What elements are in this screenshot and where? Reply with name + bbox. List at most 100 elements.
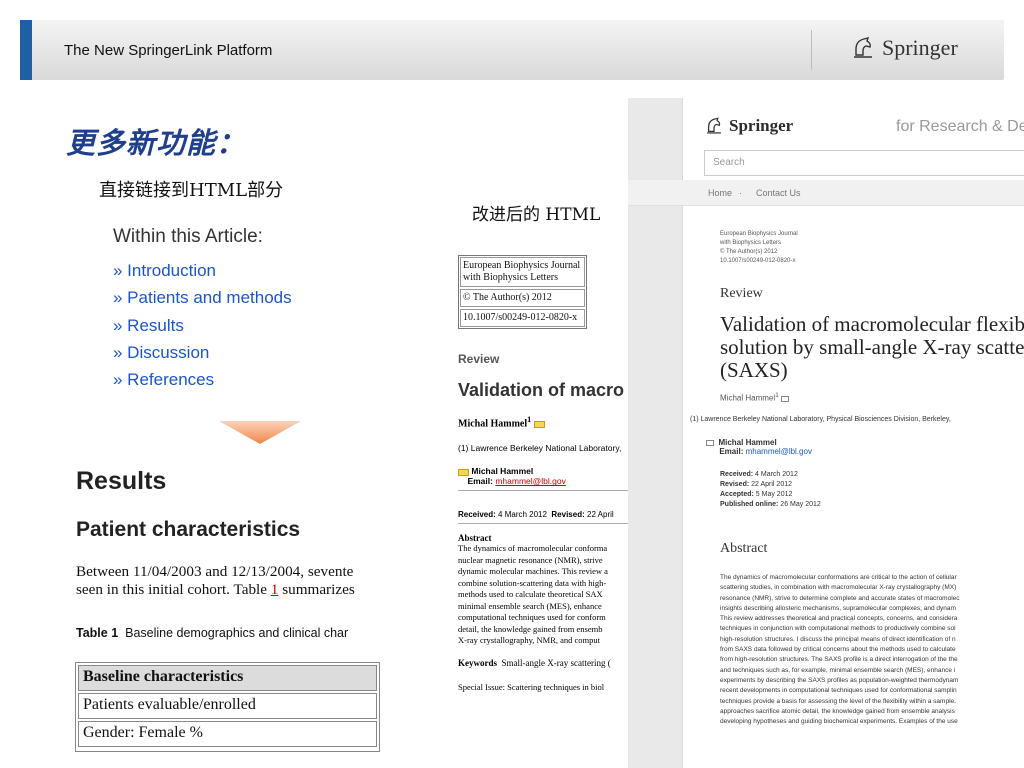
divider xyxy=(458,523,628,525)
affiliation: (1) Lawrence Berkeley National Laborator… xyxy=(690,416,951,423)
toc-link-results[interactable]: » Results xyxy=(113,315,292,342)
abstract-line: The dynamics of macromolecular conformat… xyxy=(720,574,957,581)
paragraph-line-2: seen in this initial cohort. Table 1 sum… xyxy=(76,581,382,599)
toc-link-discussion[interactable]: » Discussion xyxy=(113,342,292,369)
doi: 10.1007/s00249-012-0820-x xyxy=(460,309,585,327)
date-value: 26 May 2012 xyxy=(780,501,821,508)
tagline: for Research & Deve xyxy=(896,118,1024,135)
abstract-line: and techniques such as, for example, min… xyxy=(720,666,956,674)
abstract-line: insights describing allosteric mechanism… xyxy=(720,604,956,612)
results-paragraph: Between 11/04/2003 and 12/13/2004, seven… xyxy=(76,563,382,599)
article-title: Validation of macro xyxy=(458,380,625,400)
contact-name-line: Michal Hammel xyxy=(706,438,812,447)
date-label: Revised: xyxy=(720,481,750,488)
toc-link-patients-methods[interactable]: » Patients and methods xyxy=(113,287,292,314)
improved-html-title: 改进后的 HTML xyxy=(472,205,601,225)
patient-characteristics-heading: Patient characteristics xyxy=(76,518,301,541)
springer-horse-icon xyxy=(854,37,872,58)
header-bar: The New SpringerLink Platform Springer xyxy=(20,20,1004,80)
keywords-line: Keywords Small-angle X-ray scattering ( xyxy=(458,658,628,668)
search-input[interactable]: Search xyxy=(704,150,1024,176)
article-title: Validation of macromolecular flexib solu… xyxy=(720,313,1024,382)
table-label: Table 1 xyxy=(76,626,119,640)
abstract-heading: Abstract xyxy=(458,533,492,544)
dates-block: Received: 4 March 2012 Revised: 22 April… xyxy=(720,470,821,510)
table-caption: Table 1 Baseline demographics and clinic… xyxy=(76,626,382,640)
baseline-table: Baseline characteristics Patients evalua… xyxy=(75,662,380,752)
date-label: Published online: xyxy=(720,501,779,508)
abstract-line: high-resolution structures. I discuss th… xyxy=(720,635,956,643)
abstract-heading: Abstract xyxy=(720,541,768,556)
author-name[interactable]: Michal Hammel xyxy=(458,418,527,429)
nav-home-link[interactable]: Home xyxy=(708,188,732,198)
abstract-line: techniques in conjunction with computati… xyxy=(720,625,956,633)
mail-icon[interactable] xyxy=(781,395,790,402)
brand-name: Springer xyxy=(729,116,794,135)
received-label: Received: xyxy=(458,510,496,520)
revised-value: 22 April xyxy=(587,510,614,520)
received-value: 4 March 2012 xyxy=(498,510,547,520)
springer-logo: Springer xyxy=(850,35,958,61)
paragraph-text: seen in this initial cohort. Table xyxy=(76,581,271,598)
abstract-line: computational techniques used for confor… xyxy=(458,612,606,623)
abstract-text: The dynamics of macromolecular conformat… xyxy=(720,573,1024,727)
paragraph-text: summarizes xyxy=(278,581,355,598)
toc-link-introduction[interactable]: » Introduction xyxy=(113,260,292,287)
mail-icon[interactable] xyxy=(533,420,545,428)
toc-link-references[interactable]: » References xyxy=(113,369,292,396)
affiliation: (1) Lawrence Berkeley National Laborator… xyxy=(458,443,622,454)
abstract-line: scattering studies, in combination with … xyxy=(720,584,957,592)
author-name[interactable]: Michal Hammel xyxy=(720,394,775,403)
nav-separator: · xyxy=(739,188,742,198)
abstract-line: detail, the knowledge gained from ensemb xyxy=(458,623,603,634)
abstract-line: nuclear magnetic resonance (NMR), strive xyxy=(458,554,603,565)
date-label: Accepted: xyxy=(720,491,754,498)
email-label: Email: xyxy=(719,447,744,456)
journal-name: European Biophysics Journal with Biophys… xyxy=(460,257,585,287)
meta-line: © The Author(s) 2012 xyxy=(720,249,778,255)
email-link[interactable]: mhammel@lbl.gov xyxy=(495,476,566,486)
improved-html-preview: European Biophysics Journal with Biophys… xyxy=(458,255,628,768)
date-row: Revised: 22 April 2012 xyxy=(720,480,821,490)
abstract-text: The dynamics of macromolecular conforma … xyxy=(458,543,628,647)
abstract-line: recent developments in computational tec… xyxy=(720,687,957,695)
date-value: 4 March 2012 xyxy=(755,471,798,478)
springerlink-logo[interactable]: Springer xyxy=(704,116,793,136)
email-label: Email: xyxy=(467,476,493,487)
abstract-line: developing hypotheses and guiding bioche… xyxy=(720,718,958,726)
copyright: © The Author(s) 2012 xyxy=(460,289,585,307)
paragraph-line-1: Between 11/04/2003 and 12/13/2004, seven… xyxy=(76,563,354,580)
down-arrow-icon xyxy=(219,421,301,444)
nav-contact-link[interactable]: Contact Us xyxy=(756,188,801,198)
date-value: 5 May 2012 xyxy=(755,491,793,498)
header-title: The New SpringerLink Platform xyxy=(64,42,273,59)
abstract-line: techniques provide a basis for assessing… xyxy=(720,697,956,705)
feature-subheading: 直接链接到HTML部分 xyxy=(99,180,284,201)
table-header-cell: Baseline characteristics xyxy=(78,665,377,691)
author-sup: 1 xyxy=(527,415,532,424)
within-article-title: Within this Article: xyxy=(113,226,263,247)
article-toc: » Introduction » Patients and methods » … xyxy=(113,260,292,396)
springer-horse-icon xyxy=(707,117,721,134)
nav-bar: Home · Contact Us xyxy=(628,180,1024,206)
author-sup: 1 xyxy=(775,392,779,399)
author-line: Michal Hammel1 xyxy=(458,415,628,429)
slide: The New SpringerLink Platform Springer 更… xyxy=(0,0,1024,768)
email-link[interactable]: mhammel@lbl.gov xyxy=(746,447,812,456)
meta-line: with Biophysics Letters xyxy=(720,240,782,246)
contact-block: Michal Hammel Email: mhammel@lbl.gov xyxy=(706,438,812,456)
results-heading: Results xyxy=(76,467,167,495)
journal-info-box: European Biophysics Journal with Biophys… xyxy=(458,255,587,329)
meta-line: European Biophysics Journal xyxy=(720,231,798,237)
date-row: Accepted: 5 May 2012 xyxy=(720,490,821,500)
contact-name: Michal Hammel xyxy=(471,466,534,477)
title-line: solution by small-angle X-ray scatte xyxy=(720,335,1024,359)
title-line: Validation of macromolecular flexib xyxy=(720,312,1024,336)
mail-icon xyxy=(458,468,469,476)
title-line: (SAXS) xyxy=(720,358,788,382)
email-line: Email: mhammel@lbl.gov xyxy=(706,447,812,456)
feature-heading: 更多新功能： xyxy=(66,126,247,160)
abstract-line: combine solution-scattering data with hi… xyxy=(458,577,607,588)
contact-name: Michal Hammel xyxy=(718,438,777,447)
abstract-line: The dynamics of macromolecular conforma xyxy=(458,543,608,554)
